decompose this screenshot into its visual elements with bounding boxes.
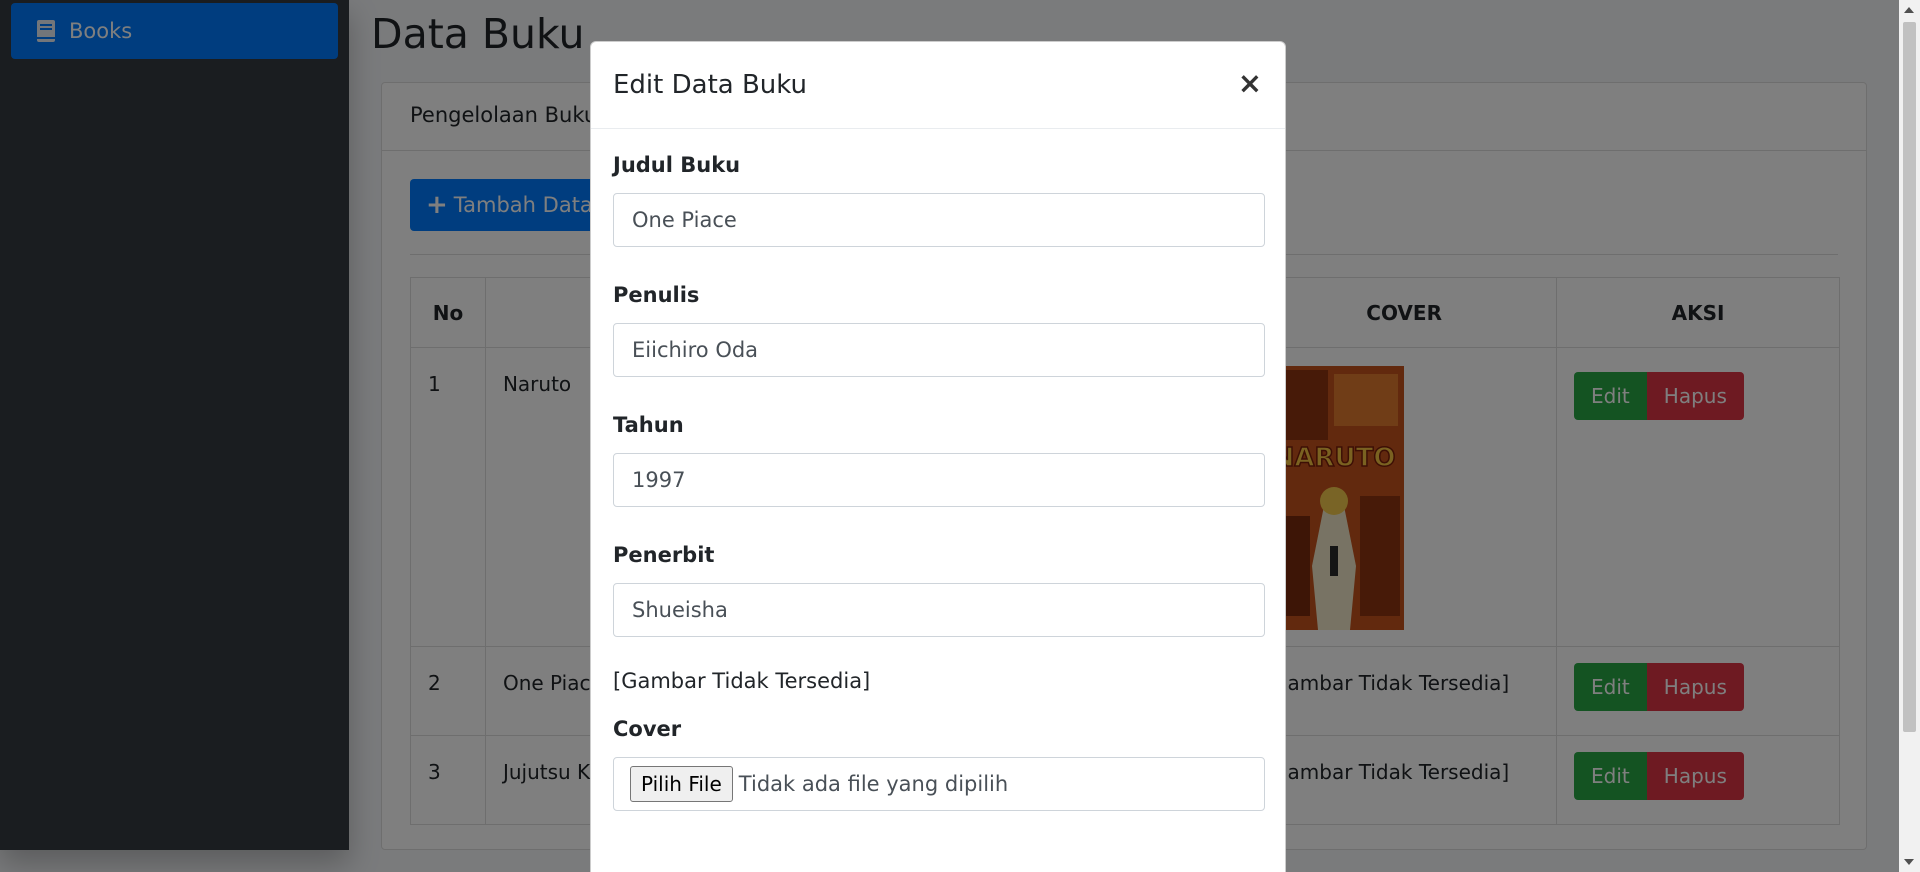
modal-title: Edit Data Buku [613, 70, 808, 100]
judul-input[interactable]: One Piace [613, 193, 1265, 247]
page-scrollbar[interactable] [1899, 0, 1920, 872]
close-icon[interactable]: × [1238, 66, 1262, 100]
image-unavailable-note: [Gambar Tidak Tersedia] [613, 669, 871, 693]
choose-file-button[interactable]: Pilih File [630, 766, 733, 802]
scroll-down-icon[interactable] [1904, 859, 1914, 865]
penerbit-label: Penerbit [613, 543, 715, 567]
penerbit-input[interactable]: Shueisha [613, 583, 1265, 637]
tahun-label: Tahun [613, 413, 684, 437]
scroll-up-icon[interactable] [1904, 7, 1914, 13]
cover-label: Cover [613, 717, 682, 741]
scrollbar-thumb[interactable] [1903, 22, 1916, 732]
modal-header: Edit Data Buku × [591, 42, 1285, 129]
penulis-label: Penulis [613, 283, 700, 307]
modal-body: Judul Buku One Piace Penulis Eiichiro Od… [591, 129, 1285, 871]
file-status: Tidak ada file yang dipilih [738, 772, 1009, 796]
tahun-input[interactable]: 1997 [613, 453, 1265, 507]
cover-file-input[interactable]: Pilih File Tidak ada file yang dipilih [613, 757, 1265, 811]
penulis-input[interactable]: Eiichiro Oda [613, 323, 1265, 377]
edit-book-modal: Edit Data Buku × Judul Buku One Piace Pe… [590, 41, 1286, 872]
judul-label: Judul Buku [613, 153, 741, 177]
